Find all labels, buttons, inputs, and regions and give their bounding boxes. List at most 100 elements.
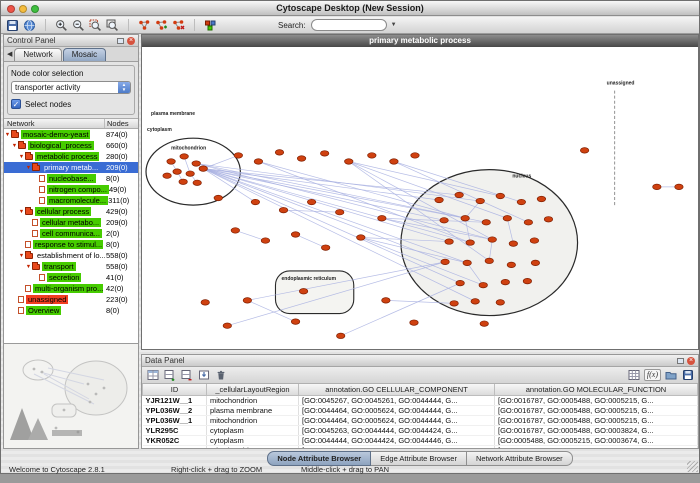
table-cell[interactable]: mitochondrion [207,415,299,425]
table-cell[interactable]: [GO:0005488, GO:0005215, GO:0003674, G..… [495,435,698,445]
tree-row[interactable]: ▼primary metab...209(0) [4,162,138,173]
network-node[interactable] [254,159,262,164]
table-row[interactable]: YLR295Ccytoplasm[GO:0045263, GO:0044444,… [143,425,698,435]
network-node[interactable] [173,169,181,174]
network-node[interactable] [179,179,187,184]
tree-row[interactable]: unassigned223(0) [4,294,138,305]
network-node[interactable] [507,262,515,267]
network-node[interactable] [251,199,259,204]
network-node[interactable] [517,199,525,204]
minimize-window-button[interactable] [19,5,27,13]
table-cell[interactable]: [GO:0016787, GO:0005488, GO:0005215, G..… [495,445,698,448]
table-cell[interactable]: YDR039C__1 [143,445,207,448]
table-cell[interactable]: [GO:0016787, GO:0005488, GO:0003824, G..… [495,425,698,435]
table-row[interactable]: YDR039C__1mitochondrion[GO:0044444, GO:0… [143,445,698,448]
save-table-icon[interactable] [680,368,695,382]
destroy-network-icon[interactable] [171,18,186,32]
vizmapper-icon[interactable] [203,18,218,32]
column-header[interactable]: ID [143,384,207,395]
network-node[interactable] [496,300,504,305]
network-node[interactable] [390,159,398,164]
network-from-selection-icon[interactable] [154,18,169,32]
zoom-out-icon[interactable] [71,18,86,32]
zoom-selected-region-icon[interactable] [88,18,103,32]
network-node[interactable] [530,238,538,243]
table-row[interactable]: YKR052Ccytoplasm[GO:0044444, GO:0044424,… [143,435,698,445]
expand-triangle-icon[interactable]: ▼ [4,132,11,138]
network-node[interactable] [201,300,209,305]
expand-triangle-icon[interactable]: ▼ [18,209,25,215]
network-node[interactable] [523,278,531,283]
network-edge[interactable] [235,230,265,240]
delete-attributes-trash-icon[interactable] [213,368,228,382]
table-cell[interactable]: [GO:0016787, GO:0005488, GO:0005215, G..… [495,405,698,415]
table-cell[interactable]: YPL036W__1 [143,415,207,425]
tree-row[interactable]: secretion41(0) [4,272,138,283]
network-edge[interactable] [203,169,444,221]
network-node[interactable] [275,150,283,155]
network-overview-thumbnail[interactable] [4,343,138,448]
tree-row[interactable]: cell communica...2(0) [4,228,138,239]
network-node[interactable] [299,289,307,294]
network-node[interactable] [476,198,484,203]
network-node[interactable] [243,298,251,303]
close-window-button[interactable] [7,5,15,13]
network-node[interactable] [441,259,449,264]
tree-row[interactable]: ▼establishment of lo...558(0) [4,250,138,261]
tree-row[interactable]: nitrogen compo...49(0) [4,184,138,195]
network-node[interactable] [410,320,418,325]
expand-triangle-icon[interactable]: ▼ [18,253,25,259]
select-attributes-icon[interactable] [145,368,160,382]
open-folder-icon[interactable] [663,368,678,382]
tab-network[interactable]: Network [14,48,61,61]
zoom-in-icon[interactable] [54,18,69,32]
network-node[interactable] [378,216,386,221]
network-node[interactable] [192,161,200,166]
close-panel-icon[interactable]: × [127,37,135,45]
search-dropdown-icon[interactable]: ▼ [391,22,397,28]
column-header[interactable]: annotation.GO MOLECULAR_FUNCTION [495,384,698,395]
column-header-network[interactable]: Network [4,119,105,128]
network-node[interactable] [450,301,458,306]
network-node[interactable] [482,220,490,225]
table-cell[interactable]: [GO:0044464, GO:0005624, GO:0044444, G..… [299,405,495,415]
network-node[interactable] [544,217,552,222]
network-node[interactable] [180,154,188,159]
table-cell[interactable]: mitochondrion [207,445,299,448]
network-node[interactable] [471,299,479,304]
network-node[interactable] [307,199,315,204]
column-header-nodes[interactable]: Nodes [105,119,138,128]
table-cell[interactable]: [GO:0044444, GO:0044424, GO:0044444, G..… [299,445,495,448]
network-node[interactable] [537,196,545,201]
network-node[interactable] [480,321,488,326]
save-session-icon[interactable] [5,18,20,32]
network-node[interactable] [163,173,171,178]
table-cell[interactable]: [GO:0044444, GO:0044424, GO:0044446, G..… [299,435,495,445]
tree-row[interactable]: Overview8(0) [4,305,138,316]
table-cell[interactable]: mitochondrion [207,395,299,405]
network-edge[interactable] [203,169,449,242]
network-node[interactable] [320,151,328,156]
create-attribute-icon[interactable] [162,368,177,382]
network-node[interactable] [503,216,511,221]
node-color-attribute-select[interactable]: transporter activity ▲▼ [11,81,131,94]
table-row[interactable]: YPL036W__1mitochondrion[GO:0044464, GO:0… [143,415,698,425]
column-header[interactable]: _cellularLayoutRegion [207,384,299,395]
import-attributes-icon[interactable] [196,368,211,382]
network-node[interactable] [297,156,305,161]
network-node[interactable] [463,260,471,265]
tree-row[interactable]: ▼transport558(0) [4,261,138,272]
network-node[interactable] [279,207,287,212]
tab-scroll-left-icon[interactable]: ◀ [5,48,14,61]
window-titlebar[interactable]: Cytoscape Desktop (New Session) [1,1,699,16]
network-node[interactable] [675,184,683,189]
network-node[interactable] [223,323,231,328]
network-node[interactable] [345,159,353,164]
column-header[interactable]: annotation.GO CELLULAR_COMPONENT [299,384,495,395]
network-node[interactable] [455,192,463,197]
network-node[interactable] [193,180,201,185]
close-panel-icon[interactable]: × [687,357,695,365]
tree-row[interactable]: nucleobase...8(0) [4,173,138,184]
network-node[interactable] [435,197,443,202]
network-node[interactable] [411,153,419,158]
